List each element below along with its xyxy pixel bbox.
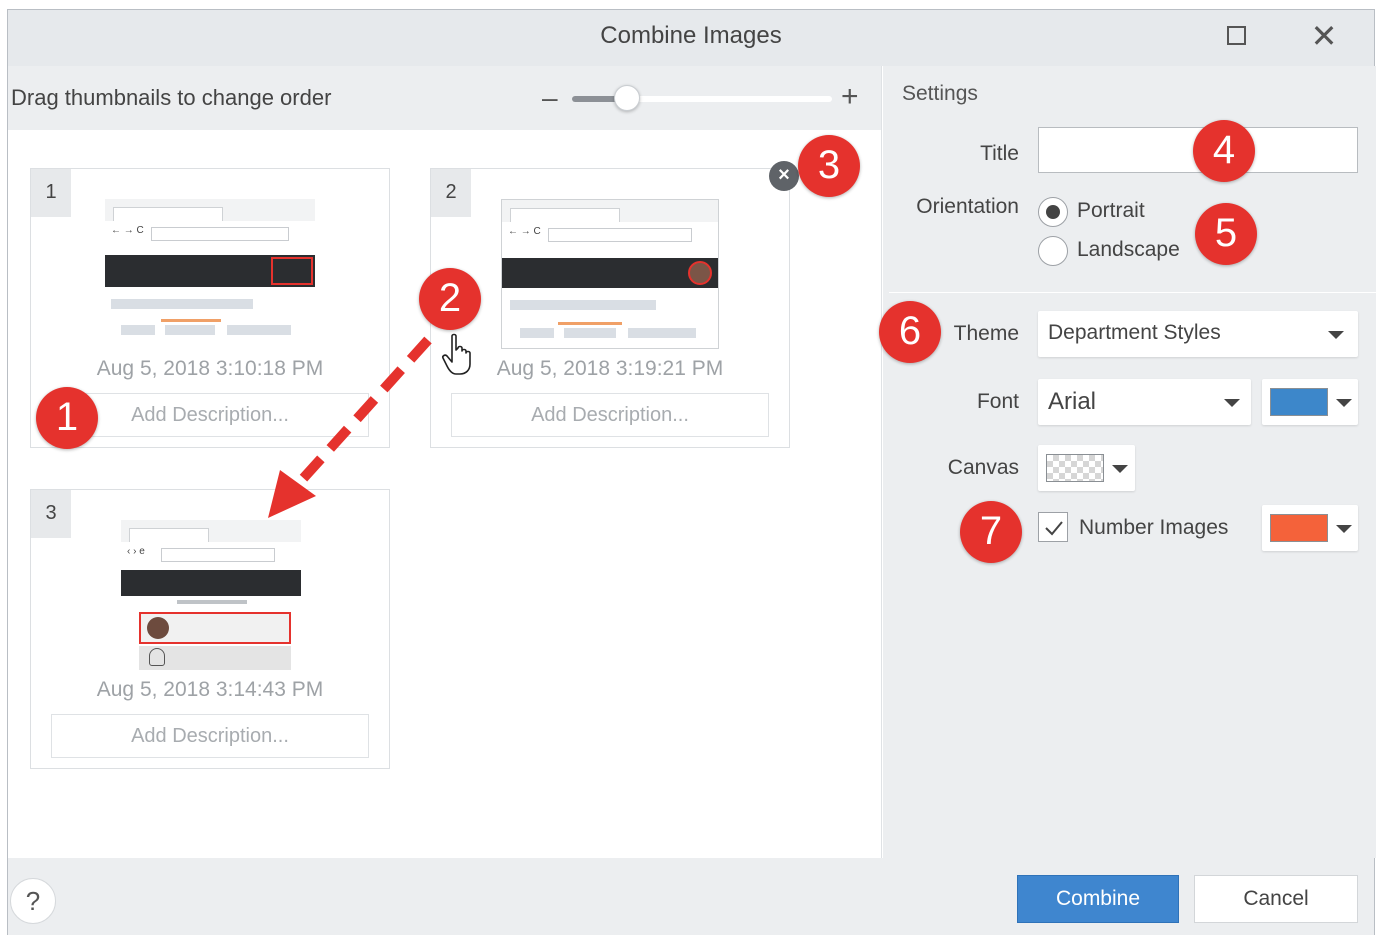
landscape-label[interactable]: Landscape xyxy=(1077,238,1180,262)
zoom-slider[interactable] xyxy=(572,85,832,111)
description-input[interactable]: Add Description... xyxy=(51,393,369,437)
portrait-label[interactable]: Portrait xyxy=(1077,199,1145,223)
dialog-title: Combine Images xyxy=(600,22,782,49)
description-input[interactable]: Add Description... xyxy=(451,393,769,437)
zoom-out-button[interactable]: – xyxy=(542,82,558,114)
callout-6: 6 xyxy=(879,301,941,363)
checkmark-icon xyxy=(1045,521,1063,536)
font-color-swatch xyxy=(1270,388,1328,416)
font-color-picker[interactable] xyxy=(1262,379,1358,425)
callout-1: 1 xyxy=(36,387,98,449)
callout-3: 3 xyxy=(798,135,860,197)
maximize-icon xyxy=(1227,26,1246,45)
image-number: 2 xyxy=(431,169,471,217)
number-images-label[interactable]: Number Images xyxy=(1079,516,1228,540)
landscape-radio[interactable] xyxy=(1038,236,1068,266)
image-thumbnail[interactable]: ‹ › e xyxy=(121,520,301,670)
cancel-button[interactable]: Cancel xyxy=(1194,875,1358,923)
theme-value: Department Styles xyxy=(1048,321,1221,344)
thumbnails-panel: Drag thumbnails to change order – + 1 ← … xyxy=(8,66,882,858)
theme-dropdown[interactable]: Department Styles xyxy=(1038,311,1358,357)
image-card[interactable]: 2 ← → C Aug 5, 2018 3:19:21 PM Add Descr… xyxy=(430,168,790,448)
number-images-checkbox[interactable] xyxy=(1038,512,1068,542)
description-input[interactable]: Add Description... xyxy=(51,714,369,758)
settings-panel: Settings Title Orientation Portrait Land… xyxy=(883,66,1376,858)
chevron-down-icon xyxy=(1224,399,1240,407)
reorder-hint: Drag thumbnails to change order xyxy=(11,85,332,110)
font-value: Arial xyxy=(1048,388,1097,415)
canvas-transparent-swatch xyxy=(1046,454,1104,482)
callout-5: 5 xyxy=(1195,203,1257,265)
image-date: Aug 5, 2018 3:14:43 PM xyxy=(96,678,324,701)
font-dropdown[interactable]: Arial xyxy=(1038,379,1251,425)
image-thumbnail[interactable]: ← → C xyxy=(501,199,719,349)
settings-divider xyxy=(889,292,1376,293)
close-icon: ✕ xyxy=(1310,18,1338,54)
maximize-button[interactable] xyxy=(1215,20,1255,54)
orientation-label: Orientation xyxy=(916,195,1019,218)
combine-images-dialog: Combine Images ✕ Drag thumbnails to chan… xyxy=(7,9,1376,935)
chevron-down-icon xyxy=(1112,465,1128,473)
canvas-label: Canvas xyxy=(947,456,1019,479)
zoom-slider-handle[interactable] xyxy=(614,85,641,111)
font-label: Font xyxy=(976,390,1019,413)
portrait-radio[interactable] xyxy=(1038,197,1068,227)
image-thumbnail[interactable]: ← → C xyxy=(105,199,315,347)
remove-icon: × xyxy=(778,164,790,186)
callout-7: 7 xyxy=(960,501,1022,563)
chevron-down-icon xyxy=(1328,331,1344,339)
settings-heading: Settings xyxy=(902,82,978,105)
thumbnails-toolbar: Drag thumbnails to change order – + xyxy=(8,66,881,130)
image-number: 1 xyxy=(31,169,71,217)
title-label: Title xyxy=(980,142,1019,165)
canvas-color-picker[interactable] xyxy=(1038,445,1135,491)
remove-image-button[interactable]: × xyxy=(769,161,799,191)
combine-button[interactable]: Combine xyxy=(1017,875,1179,923)
chevron-down-icon xyxy=(1336,525,1352,533)
zoom-in-button[interactable]: + xyxy=(841,80,859,114)
number-color-picker[interactable] xyxy=(1262,505,1358,551)
image-card[interactable]: 3 ‹ › e Aug 5, 2018 3:14:43 PM Add Descr… xyxy=(30,489,390,769)
callout-4: 4 xyxy=(1193,120,1255,182)
close-button[interactable]: ✕ xyxy=(1304,20,1344,54)
image-date: Aug 5, 2018 3:10:18 PM xyxy=(96,357,324,380)
number-color-swatch xyxy=(1270,514,1328,542)
callout-2: 2 xyxy=(419,268,481,330)
dialog-footer: ? Combine Cancel xyxy=(8,858,1374,935)
chevron-down-icon xyxy=(1336,399,1352,407)
image-date: Aug 5, 2018 3:19:21 PM xyxy=(496,357,724,380)
help-button[interactable]: ? xyxy=(10,878,56,924)
image-number: 3 xyxy=(31,490,71,538)
title-bar: Combine Images ✕ xyxy=(8,10,1374,66)
